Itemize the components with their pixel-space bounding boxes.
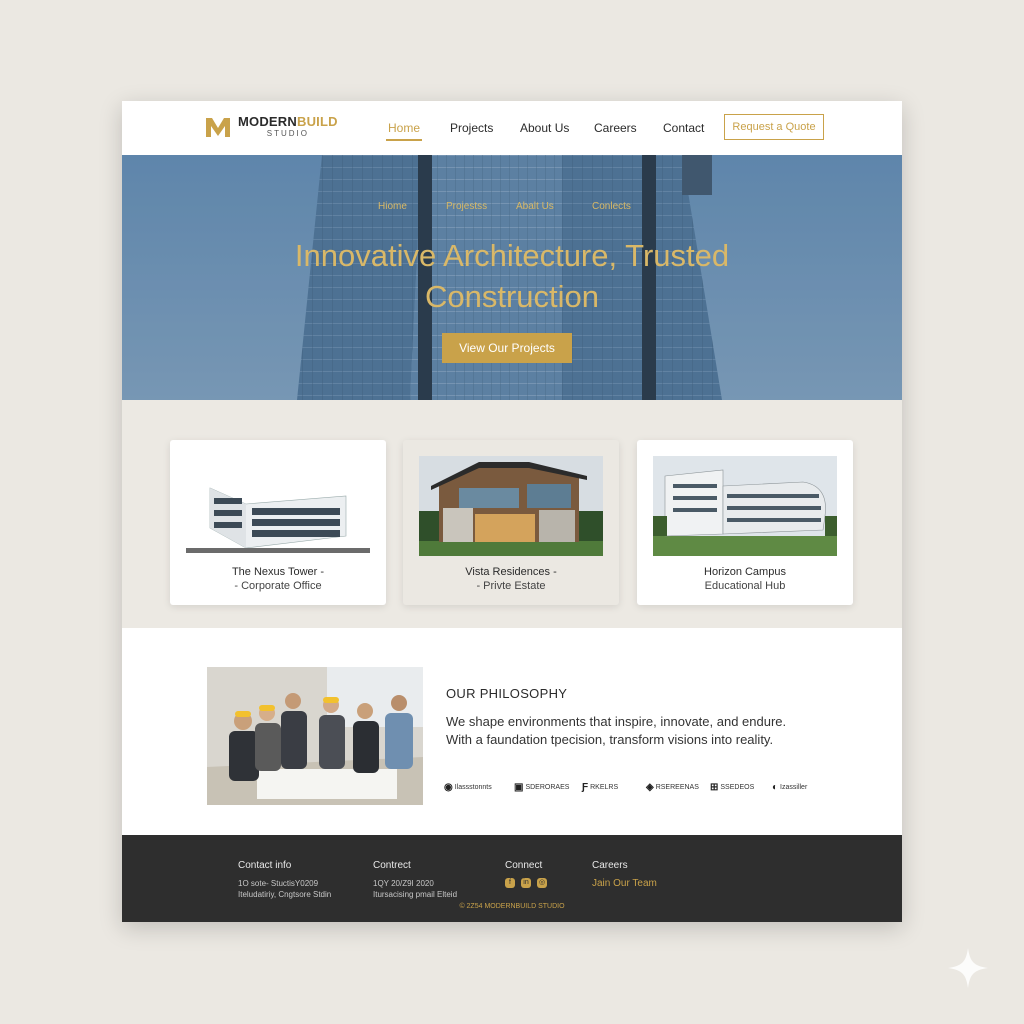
partner-logos: ◉ Ilassstonnts ▣ SDERORAES Ƒ RKELRS ◈ RSEREE…: [444, 782, 824, 798]
horizon-campus-image: [653, 456, 837, 556]
footer-heading: Contrect: [373, 860, 411, 871]
project-subtitle: - Corporate Office: [234, 580, 322, 592]
partner-logo: ▣ SDERORAES: [514, 782, 570, 793]
philosophy-heading: OUR PHILOSOPHY: [446, 686, 568, 701]
team-meeting-image: [207, 667, 423, 805]
nav-careers[interactable]: Careers: [594, 121, 637, 135]
footer-text: 1O sote- StuctisY0209: [238, 879, 319, 888]
site-footer: Contact info 1O sote- StuctisY0209 Itelu…: [122, 835, 902, 922]
social-icon[interactable]: ◎: [537, 878, 547, 888]
footer-text: 1QY 20/Z9I 2020: [373, 879, 434, 888]
nav-projects[interactable]: Projects: [450, 121, 493, 135]
footer-text: Iteludatiriy, Cngtsore Stdin: [238, 890, 332, 899]
hero-title: Innovative Architecture, Trusted Constru…: [294, 238, 730, 314]
partner-logo: ◐ Izassiller: [772, 782, 808, 793]
footer-heading: Connect: [505, 860, 543, 871]
social-icon[interactable]: f: [505, 878, 515, 888]
partner-logo: ◈ RSEREENAS: [646, 782, 699, 793]
philosophy-section: OUR PHILOSOPHY We shape environments tha…: [122, 628, 902, 835]
projects-section: The Nexus Tower - - Corporate Office Vis…: [122, 400, 902, 628]
website-page: MODERNBUILD STUDIO Home Projects About U…: [122, 101, 902, 922]
footer-heading: Contact info: [238, 860, 292, 871]
partner-square-icon: ▣: [514, 782, 524, 793]
footer-heading: Careers: [592, 860, 628, 871]
partner-circle-icon: ◉: [444, 782, 453, 793]
project-card-horizon-campus[interactable]: Horizon Campus Educational Hub: [637, 440, 853, 605]
footer-connect: Connect f in ◎: [505, 860, 547, 888]
partner-letter-icon: Ƒ: [582, 782, 589, 793]
partner-logo: Ƒ RKELRS: [582, 782, 619, 793]
project-card-vista-residences[interactable]: Vista Residences - - Privte Estate: [403, 440, 619, 605]
copyright-text: © 2Z54 MODERNBUILD STUDIO: [459, 903, 565, 910]
footer-careers: Careers Jain Our Team: [592, 860, 657, 889]
hero-nav-item[interactable]: Hiome: [378, 201, 407, 212]
nav-home[interactable]: Home: [385, 121, 423, 141]
hero-nav-item[interactable]: Conlects: [592, 201, 631, 212]
vista-residences-image: [419, 456, 603, 556]
footer-text: Itursacising pmail Elteid: [373, 890, 458, 899]
project-title: The Nexus Tower -: [231, 566, 325, 578]
partner-half-circle-icon: ◐: [772, 782, 779, 793]
footer-contact-info: Contact info 1O sote- StuctisY0209 Itelu…: [238, 860, 331, 900]
philosophy-text: We shape environments that inspire, inno…: [446, 714, 787, 747]
site-header: MODERNBUILD STUDIO Home Projects About U…: [122, 101, 902, 155]
social-icon[interactable]: in: [521, 878, 531, 888]
project-title: Vista Residences -: [465, 566, 557, 578]
project-card-nexus-tower[interactable]: The Nexus Tower - - Corporate Office: [170, 440, 386, 605]
social-links: f in ◎: [505, 878, 547, 888]
view-projects-button[interactable]: View Our Projects: [442, 333, 572, 363]
partner-grid-icon: ⊞: [710, 782, 719, 793]
hero-section: Hiome Projestss Abalt Us Conlects Innova…: [122, 155, 902, 400]
footer-contract: Contrect 1QY 20/Z9I 2020 Itursacising pm…: [373, 860, 457, 900]
nav-about-us[interactable]: About Us: [520, 121, 569, 135]
partner-diamond-icon: ◈: [646, 782, 654, 793]
sparkle-icon: [948, 948, 988, 988]
request-quote-button[interactable]: Request a Quote: [724, 114, 824, 140]
hero-nav-item[interactable]: Abalt Us: [516, 201, 554, 212]
project-title: Horizon Campus: [704, 566, 786, 578]
join-team-link[interactable]: Jain Our Team: [592, 878, 657, 889]
partner-logo: ◉ Ilassstonnts: [444, 782, 492, 793]
project-subtitle: - Privte Estate: [476, 580, 546, 592]
hero-nav-item[interactable]: Projestss: [446, 201, 487, 212]
nexus-tower-image: [186, 456, 370, 556]
project-subtitle: Educational Hub: [704, 580, 786, 592]
partner-logo: ⊞ SSEDEOS: [710, 782, 755, 793]
nav-contact[interactable]: Contact: [663, 121, 704, 135]
